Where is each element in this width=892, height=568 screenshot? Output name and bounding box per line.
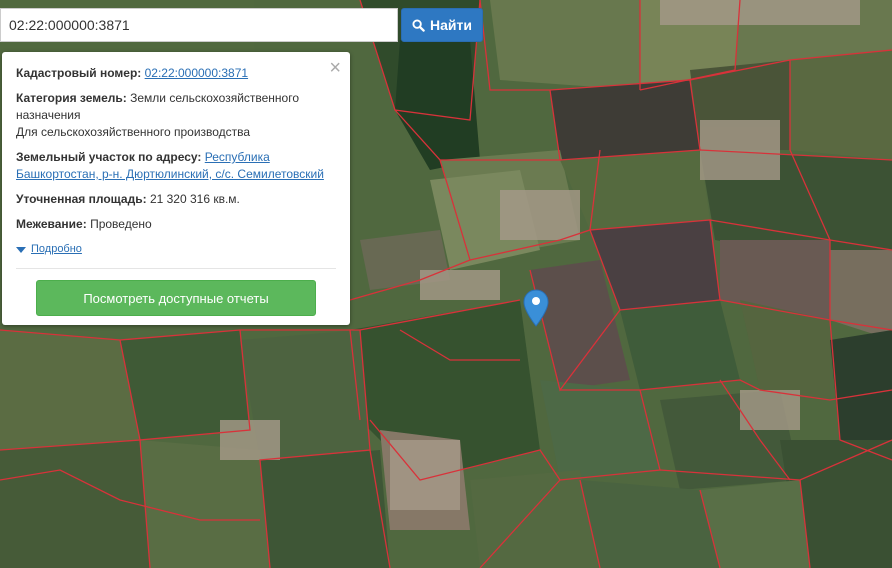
map-marker-icon[interactable] <box>523 289 549 327</box>
view-reports-button[interactable]: Посмотреть доступные отчеты <box>36 280 316 316</box>
survey-label: Межевание: <box>16 217 87 231</box>
panel-divider <box>16 268 336 269</box>
survey-value: Проведено <box>90 217 152 231</box>
close-icon[interactable]: × <box>329 58 341 78</box>
survey-row: Межевание: Проведено <box>16 216 336 233</box>
category-row: Категория земель: Земли сельскохозяйстве… <box>16 90 336 141</box>
more-details-toggle[interactable]: Подробно <box>16 241 336 258</box>
area-row: Уточненная площадь: 21 320 316 кв.м. <box>16 191 336 208</box>
address-label: Земельный участок по адресу: <box>16 150 202 164</box>
area-label: Уточненная площадь: <box>16 192 147 206</box>
search-input[interactable] <box>0 8 398 42</box>
cadastral-row: Кадастровый номер: 02:22:000000:3871 <box>16 65 336 82</box>
cadastral-number-link[interactable]: 02:22:000000:3871 <box>145 66 248 80</box>
category-value-line1: Земли сельскохозяйственного <box>130 91 300 105</box>
cadastral-label: Кадастровый номер: <box>16 66 142 80</box>
category-value-line2: назначения <box>16 108 81 122</box>
search-icon <box>412 18 425 32</box>
area-value: 21 320 316 кв.м. <box>149 192 240 206</box>
search-button[interactable]: Найти <box>401 8 483 42</box>
parcel-info-panel: × Кадастровый номер: 02:22:000000:3871 К… <box>2 52 350 325</box>
category-usage: Для сельскохозяйственного производства <box>16 125 251 139</box>
address-link-line1[interactable]: Республика <box>205 150 270 164</box>
more-details-link[interactable]: Подробно <box>31 241 82 258</box>
address-link-line2[interactable]: Башкортостан, р-н. Дюртюлинский, с/с. Се… <box>16 167 324 181</box>
search-button-label: Найти <box>430 17 472 33</box>
address-row: Земельный участок по адресу: Республика … <box>16 149 336 183</box>
category-label: Категория земель: <box>16 91 127 105</box>
caret-down-icon <box>16 246 26 253</box>
